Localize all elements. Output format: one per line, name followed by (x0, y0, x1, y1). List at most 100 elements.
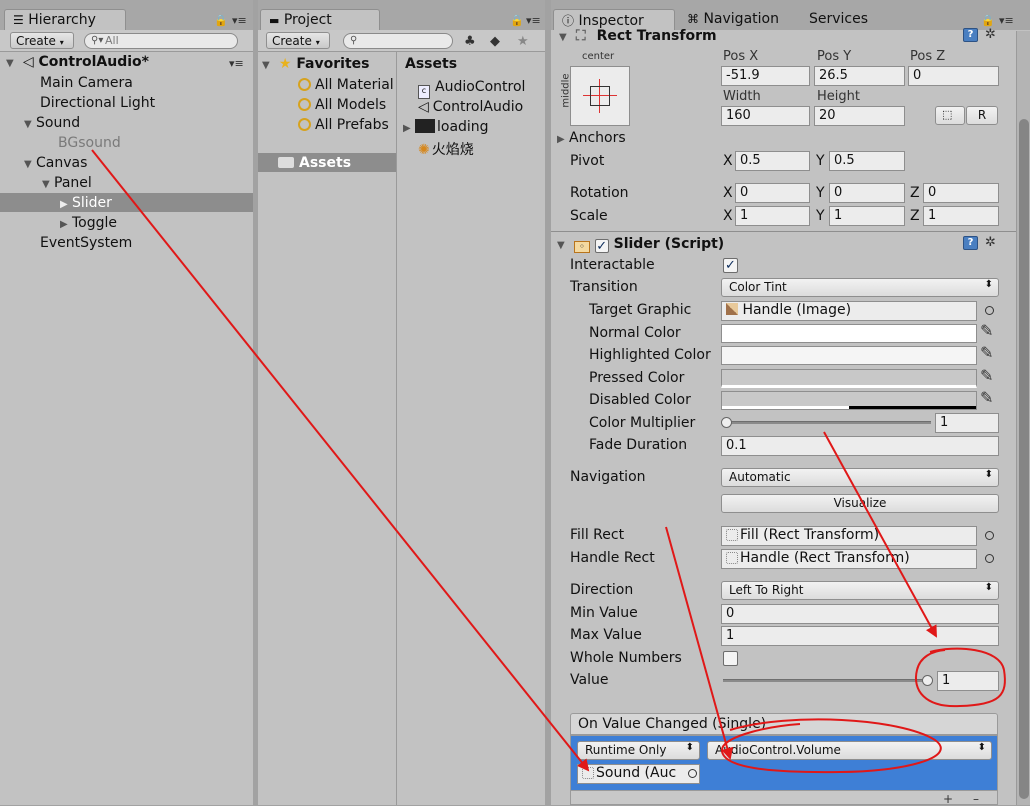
value-knob[interactable] (922, 675, 933, 686)
panel-separator[interactable] (253, 0, 258, 805)
pos-x-field[interactable]: -51.9 (721, 66, 810, 86)
rot-z-field[interactable]: 0 (923, 183, 999, 203)
panel-menu-icon[interactable]: ▾≡ (232, 14, 247, 27)
min-value-field[interactable]: 0 (721, 604, 999, 624)
width-field[interactable]: 160 (721, 106, 810, 126)
scale-z-field[interactable]: 1 (923, 206, 999, 226)
rot-y-field[interactable]: 0 (829, 183, 905, 203)
hierarchy-item-canvas[interactable]: ▼ Canvas (24, 155, 87, 171)
height-field[interactable]: 20 (814, 106, 905, 126)
asset-item-loading[interactable]: ▶ loading (403, 119, 489, 135)
create-button[interactable]: Create ▾ (10, 32, 74, 49)
help-icon[interactable]: ? (963, 28, 978, 42)
lock-icon[interactable]: 🔒 (981, 14, 995, 27)
favorite-star-icon[interactable]: ★ (517, 34, 529, 49)
navigation-dropdown[interactable]: Automatic ⬍ (721, 468, 999, 487)
expand-arrow-icon[interactable]: ▼ (24, 159, 36, 170)
hierarchy-item-eventsystem[interactable]: EventSystem (40, 235, 132, 251)
disabled-color-swatch[interactable] (721, 391, 977, 410)
rot-x-field[interactable]: 0 (735, 183, 810, 203)
asset-item-fire[interactable]: ✺ 火焰烧 (418, 139, 474, 159)
eyedropper-icon[interactable]: ✎ (980, 343, 993, 362)
lock-icon[interactable]: 🔒 (510, 14, 524, 27)
scale-y-field[interactable]: 1 (829, 206, 905, 226)
filter-label-icon[interactable]: ◆ (490, 34, 500, 49)
component-enabled-checkbox[interactable]: ✓ (594, 239, 609, 253)
project-search-input[interactable]: ⚲ (343, 33, 453, 49)
transition-dropdown[interactable]: Color Tint ⬍ (721, 278, 999, 297)
add-listener-icon[interactable]: + (943, 792, 953, 806)
pressed-color-swatch[interactable] (721, 369, 977, 388)
pivot-y-field[interactable]: 0.5 (829, 151, 905, 171)
expand-arrow-icon[interactable]: ▼ (24, 119, 36, 130)
anchors-foldout[interactable]: ▶ Anchors (557, 130, 626, 146)
help-icon[interactable]: ? (963, 236, 978, 250)
panel-menu-icon[interactable]: ▾≡ (999, 14, 1014, 27)
scene-menu-icon[interactable]: ▾≡ (229, 57, 244, 70)
max-value-field[interactable]: 1 (721, 626, 999, 646)
interactable-checkbox[interactable]: ✓ (723, 258, 738, 273)
highlighted-color-swatch[interactable] (721, 346, 977, 365)
fill-rect-field[interactable]: Fill (Rect Transform) (721, 526, 977, 546)
favorite-item-all-prefabs[interactable]: All Prefabs (298, 117, 389, 133)
object-picker-icon[interactable] (985, 554, 994, 563)
expand-arrow-icon[interactable]: ▶ (557, 134, 569, 145)
eyedropper-icon[interactable]: ✎ (980, 388, 993, 407)
filter-type-icon[interactable]: ♣ (464, 34, 476, 49)
pos-y-field[interactable]: 26.5 (814, 66, 905, 86)
scene-root[interactable]: ▼ ◁ ControlAudio* (6, 54, 149, 70)
value-field[interactable]: 1 (937, 671, 999, 691)
scrollbar-thumb[interactable] (1019, 119, 1029, 799)
eyedropper-icon[interactable]: ✎ (980, 366, 993, 385)
hierarchy-item-slider[interactable]: ▶ Slider (60, 195, 112, 211)
normal-color-swatch[interactable] (721, 324, 977, 343)
tab-navigation[interactable]: ⌘ Navigation (679, 9, 787, 30)
handle-rect-field[interactable]: Handle (Rect Transform) (721, 549, 977, 569)
panel-menu-icon[interactable]: ▾≡ (526, 14, 541, 27)
hierarchy-item-bgsound[interactable]: BGsound (58, 135, 121, 151)
visualize-button[interactable]: Visualize (721, 494, 999, 513)
gear-icon[interactable]: ✲ (985, 27, 996, 42)
hierarchy-item-panel[interactable]: ▼ Panel (42, 175, 92, 191)
remove-listener-icon[interactable]: – (973, 792, 979, 806)
hierarchy-item-sound[interactable]: ▼ Sound (24, 115, 80, 131)
whole-numbers-checkbox[interactable] (723, 651, 738, 666)
pos-z-field[interactable]: 0 (908, 66, 999, 86)
panel-separator[interactable] (545, 0, 551, 805)
scale-x-field[interactable]: 1 (735, 206, 810, 226)
color-multiplier-field[interactable]: 1 (935, 413, 999, 433)
favorite-item-all-models[interactable]: All Models (298, 97, 386, 113)
object-picker-icon[interactable] (985, 531, 994, 540)
gear-icon[interactable]: ✲ (985, 235, 996, 250)
color-multiplier-slider[interactable] (725, 421, 931, 424)
tab-services[interactable]: Services (801, 9, 876, 30)
hierarchy-item-toggle[interactable]: ▶ Toggle (60, 215, 117, 231)
target-graphic-field[interactable]: Handle (Image) (721, 301, 977, 321)
blueprint-mode-button[interactable]: ⬚ (935, 106, 965, 125)
color-multiplier-knob[interactable] (721, 417, 732, 428)
rect-transform-header[interactable]: ▼ ⛶ Rect Transform (559, 28, 717, 44)
pivot-x-field[interactable]: 0.5 (735, 151, 810, 171)
expand-arrow-icon[interactable]: ▶ (60, 199, 72, 210)
runtime-mode-dropdown[interactable]: Runtime Only ⬍ (577, 741, 700, 760)
assets-folder[interactable]: Assets (278, 155, 351, 171)
event-target-object-field[interactable]: Sound (Auc (577, 764, 700, 784)
hierarchy-search-input[interactable]: ⚲▾ All (84, 33, 238, 49)
raw-edit-button[interactable]: R (966, 106, 998, 125)
tab-hierarchy[interactable]: ☰ Hierarchy (4, 9, 126, 30)
expand-arrow-icon[interactable]: ▶ (60, 219, 72, 230)
hierarchy-item-directional-light[interactable]: Directional Light (40, 95, 155, 111)
eyedropper-icon[interactable]: ✎ (980, 321, 993, 340)
slider-component-header[interactable]: ▼ ◦ ✓ Slider (Script) (557, 236, 724, 253)
tab-project[interactable]: ▬ Project (260, 9, 380, 30)
direction-dropdown[interactable]: Left To Right ⬍ (721, 581, 999, 600)
expand-arrow-icon[interactable]: ▼ (42, 179, 54, 190)
hierarchy-item-main-camera[interactable]: Main Camera (40, 75, 133, 91)
expand-arrow-icon[interactable]: ▼ (6, 58, 18, 69)
inspector-scrollbar[interactable] (1016, 31, 1030, 805)
fade-duration-field[interactable]: 0.1 (721, 436, 999, 456)
create-button[interactable]: Create ▾ (266, 32, 330, 49)
anchor-preset-button[interactable] (570, 66, 630, 126)
expand-arrow-icon[interactable]: ▶ (403, 123, 415, 134)
asset-item-audiocontrol[interactable]: c AudioControl (418, 79, 525, 99)
